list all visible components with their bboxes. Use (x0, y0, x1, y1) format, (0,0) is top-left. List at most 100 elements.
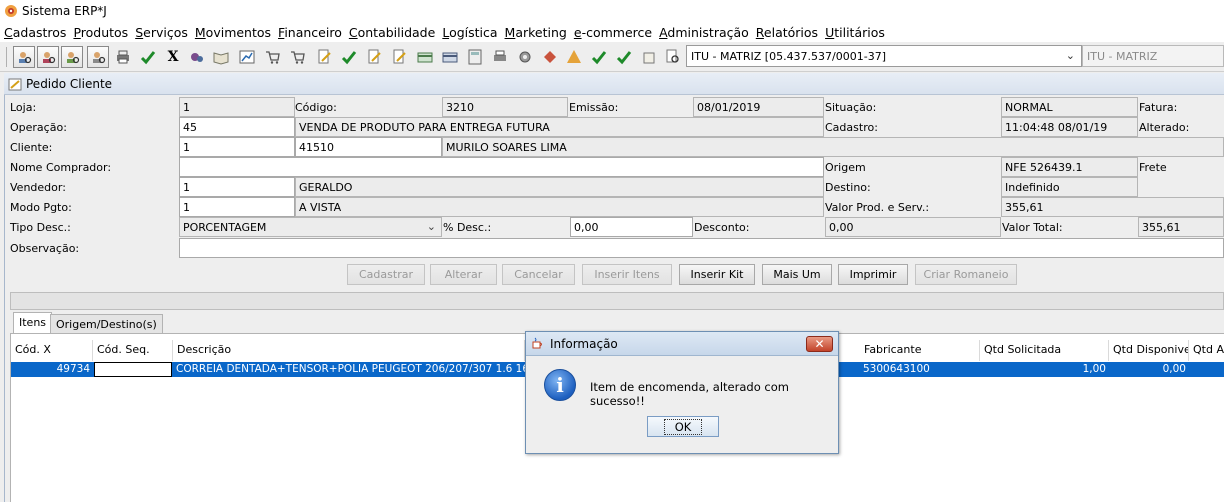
menu-servicos[interactable]: Serviços (135, 25, 188, 40)
document-edit-icon[interactable] (388, 46, 410, 68)
check-icon[interactable] (613, 46, 635, 68)
menu-relatorios[interactable]: Relatórios (756, 25, 818, 40)
chevron-down-icon: ⌄ (426, 220, 436, 233)
cell-qtd-disponivel[interactable]: 0,00 (1109, 362, 1189, 377)
valor-total-field: 355,61 (1138, 217, 1224, 237)
column-header-cod-x[interactable]: Cód. X (11, 340, 93, 361)
title-bar: Sistema ERP*J (0, 0, 1224, 22)
cell-fabricante[interactable]: 5300643100 (860, 362, 980, 377)
tipo-desc-value: PORCENTAGEM (183, 221, 267, 234)
pct-desc-field[interactable]: 0,00 (570, 217, 693, 237)
search-document-icon[interactable] (662, 46, 684, 68)
document-edit-icon[interactable] (313, 46, 335, 68)
column-header-qtd-at[interactable]: Qtd At (1189, 340, 1224, 361)
search-person-icon[interactable] (61, 46, 83, 68)
desconto-label: Desconto: (694, 221, 750, 234)
check-icon[interactable] (338, 46, 360, 68)
frame-icon (8, 78, 22, 91)
book-icon[interactable] (210, 46, 232, 68)
operacao-desc-field: VENDA DE PRODUTO PARA ENTREGA FUTURA (295, 117, 824, 137)
cell-cod-x[interactable]: 49734 (11, 362, 93, 377)
valor-total-label: Valor Total: (1002, 221, 1063, 234)
chart-icon[interactable] (236, 46, 258, 68)
box-icon[interactable] (638, 46, 660, 68)
close-icon[interactable]: ✕ (806, 336, 833, 352)
document-edit-icon[interactable] (363, 46, 385, 68)
alterar-button[interactable]: Alterar (430, 264, 497, 285)
inserir-itens-button[interactable]: Inserir Itens (582, 264, 672, 285)
arrow-icon[interactable] (539, 46, 561, 68)
calculator-icon[interactable] (464, 46, 486, 68)
column-header-qtd-disponivel[interactable]: Qtd Disponivel (1109, 340, 1189, 361)
menu-marketing[interactable]: Marketing (505, 25, 567, 40)
check-icon[interactable] (137, 46, 159, 68)
vendedor-code-field[interactable]: 1 (179, 177, 295, 197)
tipo-desc-select[interactable]: PORCENTAGEM ⌄ (179, 217, 442, 237)
menu-contabilidade[interactable]: Contabilidade (349, 25, 435, 40)
column-header-fabricante[interactable]: Fabricante (860, 340, 980, 361)
mais-um-button[interactable]: Mais Um (762, 264, 832, 285)
observacao-field[interactable] (179, 238, 1224, 258)
menu-logistica[interactable]: Logística (442, 25, 497, 40)
operacao-code-field[interactable]: 45 (179, 117, 295, 137)
cell-qtd-at[interactable] (1189, 362, 1224, 377)
cadastrar-button[interactable]: Cadastrar (347, 264, 425, 285)
inserir-kit-button[interactable]: Inserir Kit (679, 264, 755, 285)
ok-button-label: OK (663, 418, 703, 435)
frame-title: Pedido Cliente (26, 77, 113, 91)
nome-comprador-field[interactable] (179, 157, 824, 177)
menu-produtos[interactable]: Produtos (73, 25, 128, 40)
menu-financeiro[interactable]: Financeiro (278, 25, 342, 40)
frete-label: Frete (1139, 161, 1167, 174)
codigo-field: 3210 (442, 97, 568, 117)
column-header-cod-seq[interactable]: Cód. Seq. (93, 340, 173, 361)
store-select[interactable]: ITU - MATRIZ [05.437.537/0001-37] ⌄ (686, 45, 1082, 67)
card-icon[interactable] (439, 46, 461, 68)
menu-movimentos[interactable]: Movimentos (195, 25, 271, 40)
check-icon[interactable] (588, 46, 610, 68)
menu-utilitarios[interactable]: Utilitários (825, 25, 885, 40)
column-header-descricao[interactable]: Descrição (173, 340, 525, 361)
search-person-icon[interactable] (37, 46, 59, 68)
cart-icon[interactable] (262, 46, 284, 68)
imprimir-button[interactable]: Imprimir (838, 264, 908, 285)
operacao-label: Operação: (10, 121, 67, 134)
tab-origem-destino[interactable]: Origem/Destino(s) (50, 314, 163, 333)
cliente-code-field[interactable]: 41510 (295, 137, 442, 157)
situacao-field: NORMAL (1001, 97, 1138, 117)
criar-romaneio-button[interactable]: Criar Romaneio (915, 264, 1017, 285)
gear-icon[interactable] (514, 46, 536, 68)
cliente-name-field: MURILO SOARES LIMA (442, 137, 1224, 157)
toolbar-separator (6, 47, 7, 67)
cell-descricao[interactable]: CORREIA DENTADA+TENSOR+POLIA PEUGEOT 206… (173, 362, 525, 377)
menu-cadastros[interactable]: Cadastros (4, 25, 66, 40)
close-x-icon[interactable]: X (162, 46, 184, 68)
window-title: Sistema ERP*J (22, 4, 107, 18)
cell-qtd-solicitada[interactable]: 1,00 (980, 362, 1109, 377)
cell-cod-seq-editor[interactable] (94, 362, 172, 377)
store-short-field: ITU - MATRIZ (1082, 45, 1224, 67)
search-person-icon[interactable] (13, 46, 35, 68)
cancelar-button[interactable]: Cancelar (502, 264, 575, 285)
cliente-loja-field[interactable]: 1 (179, 137, 295, 157)
menu-ecommerce[interactable]: e-commerce (574, 25, 652, 40)
arrow-icon[interactable] (563, 46, 585, 68)
print-icon[interactable] (112, 46, 134, 68)
vendedor-name-field: GERALDO (295, 177, 824, 197)
modo-pgto-label: Modo Pgto: (10, 201, 72, 214)
search-person-icon[interactable] (87, 46, 109, 68)
modo-pgto-code-field[interactable]: 1 (179, 197, 295, 217)
ok-button[interactable]: OK (647, 416, 719, 437)
info-icon: i (544, 369, 576, 401)
tab-itens[interactable]: Itens (13, 312, 53, 333)
card-icon[interactable] (414, 46, 436, 68)
gears-icon[interactable] (186, 46, 208, 68)
printer-icon[interactable] (489, 46, 511, 68)
menu-bar: Cadastros Produtos Serviços Movimentos F… (0, 22, 1224, 42)
menu-administracao[interactable]: Administração (659, 25, 749, 40)
cart-icon[interactable] (287, 46, 309, 68)
info-dialog: Informação ✕ i Item de encomenda, altera… (525, 331, 839, 454)
column-header-qtd-solicitada[interactable]: Qtd Solicitada (980, 340, 1109, 361)
chevron-down-icon: ⌄ (1065, 49, 1075, 62)
destino-field: Indefinido (1001, 177, 1138, 197)
